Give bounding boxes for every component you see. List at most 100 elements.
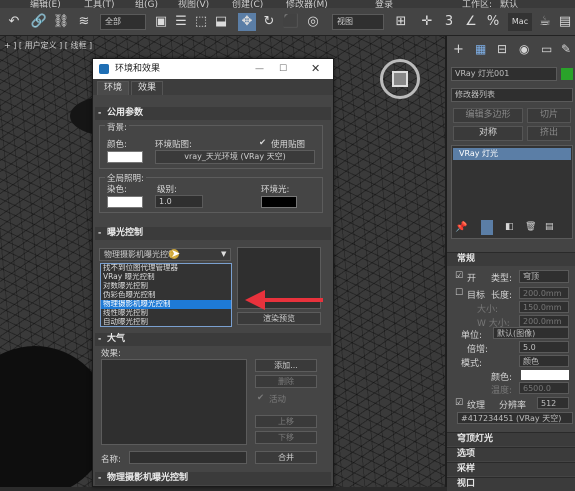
percent-snap-icon[interactable]: % [484, 13, 502, 31]
unlink-icon[interactable]: ⛓ [52, 13, 70, 31]
object-name-field[interactable]: VRay 灯光001 [451, 67, 557, 81]
dialog-titlebar[interactable]: 环境和效果 — ☐ ✕ [93, 59, 333, 79]
viewcube-face[interactable] [392, 71, 408, 87]
menu-modifiers[interactable]: 修改器(M) [286, 0, 328, 8]
dropdown-option[interactable]: 找不到位图代理管理器 [101, 264, 231, 273]
mode-dropdown[interactable]: 颜色 [519, 355, 569, 367]
menu-edit[interactable]: 编辑(E) [30, 0, 61, 8]
level-spinner[interactable]: 1.0 [155, 195, 203, 208]
tab-environment[interactable]: 环境 [97, 81, 130, 95]
menu-login[interactable]: 登录 [375, 0, 393, 8]
general-rollout-header[interactable]: 常规 [447, 252, 575, 266]
bind-space-warp-icon[interactable]: ≋ [75, 13, 93, 31]
effect-name-field[interactable] [129, 451, 247, 464]
extrude-button[interactable]: 挤出 [527, 126, 571, 141]
pin-stack-icon[interactable]: 📌 [455, 222, 467, 233]
common-params-header[interactable]: - 公用参数 [95, 107, 331, 120]
exposure-control-header[interactable]: - 曝光控制 [95, 227, 331, 240]
selection-filter-select[interactable]: 全部 [100, 14, 146, 30]
render-setup-icon[interactable]: ▤ [556, 13, 574, 31]
texture-map-button[interactable]: #417234451 (VRay 天空) [457, 412, 573, 424]
env-map-button[interactable]: vray_天光环境 (VRay 天空) [155, 150, 315, 164]
close-icon[interactable]: ✕ [311, 59, 320, 79]
resolution-field[interactable]: 512 [537, 397, 569, 409]
length-field[interactable]: 200.0mm [519, 287, 569, 299]
teapot-icon[interactable]: ☕ [536, 13, 554, 31]
menu-group[interactable]: 组(G) [135, 0, 158, 8]
multiplier-field[interactable]: 5.0 [519, 341, 569, 353]
light-color-swatch[interactable] [521, 370, 569, 380]
pivot-icon[interactable]: ⊞ [392, 13, 410, 31]
move-down-button[interactable]: 下移 [255, 431, 317, 444]
reference-coord-select[interactable]: 视图 [332, 14, 384, 30]
exposure-type-dropdown[interactable]: 物理摄影机曝光控制 [99, 248, 231, 261]
create-tab-icon[interactable]: + [453, 42, 464, 57]
temperature-field[interactable]: 6500.0 [519, 382, 569, 394]
maximize-icon[interactable]: ☐ [279, 59, 287, 79]
physical-camera-exposure-header[interactable]: - 物理摄影机曝光控制 [95, 472, 331, 485]
dropdown-option[interactable]: 伪彩色曝光控制 [101, 291, 231, 300]
dome-light-rollout-header[interactable]: 穹顶灯光 [447, 432, 575, 446]
window-crossing-icon[interactable]: ⬓ [212, 13, 230, 31]
slice-button[interactable]: 切片 [527, 108, 571, 123]
remove-modifier-icon[interactable]: 🗑 [525, 222, 536, 232]
viewcube[interactable] [380, 59, 420, 99]
show-end-result-icon[interactable] [481, 220, 493, 235]
scale-icon[interactable]: ⬛ [282, 13, 300, 31]
options-rollout-header[interactable]: 选项 [447, 447, 575, 461]
size-w-field[interactable]: 200.0mm [519, 315, 569, 327]
make-unique-icon[interactable]: ◧ [505, 222, 514, 232]
dropdown-option-selected[interactable]: 物理摄影机曝光控制 [101, 300, 231, 309]
move-up-button[interactable]: 上移 [255, 415, 317, 428]
angle-snap-icon[interactable]: ∠ [462, 13, 480, 31]
link-icon[interactable]: 🔗 [30, 13, 48, 31]
use-map-checkbox[interactable]: ✔ [259, 138, 266, 148]
undo-icon[interactable]: ↶ [5, 13, 23, 31]
object-color-swatch[interactable] [561, 68, 573, 80]
tab-effects[interactable]: 效果 [131, 81, 164, 95]
select-manipulate-icon[interactable]: ✛ [418, 13, 436, 31]
effects-list[interactable] [101, 359, 247, 445]
tint-color-swatch[interactable] [107, 196, 143, 208]
modify-tab-icon[interactable]: ▦ [475, 42, 486, 56]
light-on-checkbox[interactable]: ☑ [455, 271, 463, 281]
configure-sets-icon[interactable]: ▤ [545, 222, 554, 232]
viewport-rollout-header[interactable]: 视口 [447, 477, 575, 491]
hierarchy-tab-icon[interactable]: ⊟ [497, 42, 507, 56]
utilities-tab-icon[interactable]: ✎ [561, 42, 571, 56]
move-icon[interactable]: ✥ [238, 13, 256, 31]
active-checkbox[interactable]: ✔ [257, 393, 264, 403]
select-object-icon[interactable]: ▣ [152, 13, 170, 31]
edit-poly-button[interactable]: 编辑多边形 [453, 108, 523, 123]
type-dropdown[interactable]: 穹顶 [519, 270, 569, 283]
rotate-icon[interactable]: ↻ [260, 13, 278, 31]
atmosphere-header[interactable]: - 大气 [95, 333, 331, 346]
texture-checkbox[interactable]: ☑ [455, 398, 463, 408]
target-checkbox[interactable]: ☐ [455, 288, 463, 298]
units-dropdown[interactable]: 默认(图像) [493, 327, 569, 339]
workspace-value[interactable]: 默认 [500, 0, 518, 8]
stack-item-vray-light[interactable]: VRay 灯光 [453, 148, 571, 160]
macro-icon[interactable]: Mac [508, 13, 532, 31]
place-icon[interactable]: ◎ [304, 13, 322, 31]
menu-tools[interactable]: 工具(T) [84, 0, 115, 8]
ambient-color-swatch[interactable] [261, 196, 297, 208]
menu-create[interactable]: 创建(C) [232, 0, 263, 8]
symmetry-button[interactable]: 对称 [453, 126, 523, 141]
delete-effect-button[interactable]: 删除 [255, 375, 317, 388]
background-color-swatch[interactable] [107, 151, 143, 163]
menu-views[interactable]: 视图(V) [178, 0, 209, 8]
dropdown-option[interactable]: 对数曝光控制 [101, 282, 231, 291]
minimize-icon[interactable]: — [255, 59, 264, 79]
snap-3d-icon[interactable]: 3 [440, 13, 458, 31]
merge-button[interactable]: 合并 [255, 451, 317, 464]
modifier-list-dropdown[interactable]: 修改器列表 [451, 88, 573, 102]
dropdown-option[interactable]: 线性曝光控制 [101, 309, 231, 318]
motion-tab-icon[interactable]: ◉ [519, 42, 529, 56]
rect-selection-icon[interactable]: ⬚ [192, 13, 210, 31]
display-tab-icon[interactable]: ▭ [541, 42, 552, 56]
dropdown-option[interactable]: 自动曝光控制 [101, 318, 231, 327]
dropdown-option[interactable]: VRay 曝光控制 [101, 273, 231, 282]
size-l-field[interactable]: 150.0mm [519, 301, 569, 313]
add-effect-button[interactable]: 添加... [255, 359, 317, 372]
